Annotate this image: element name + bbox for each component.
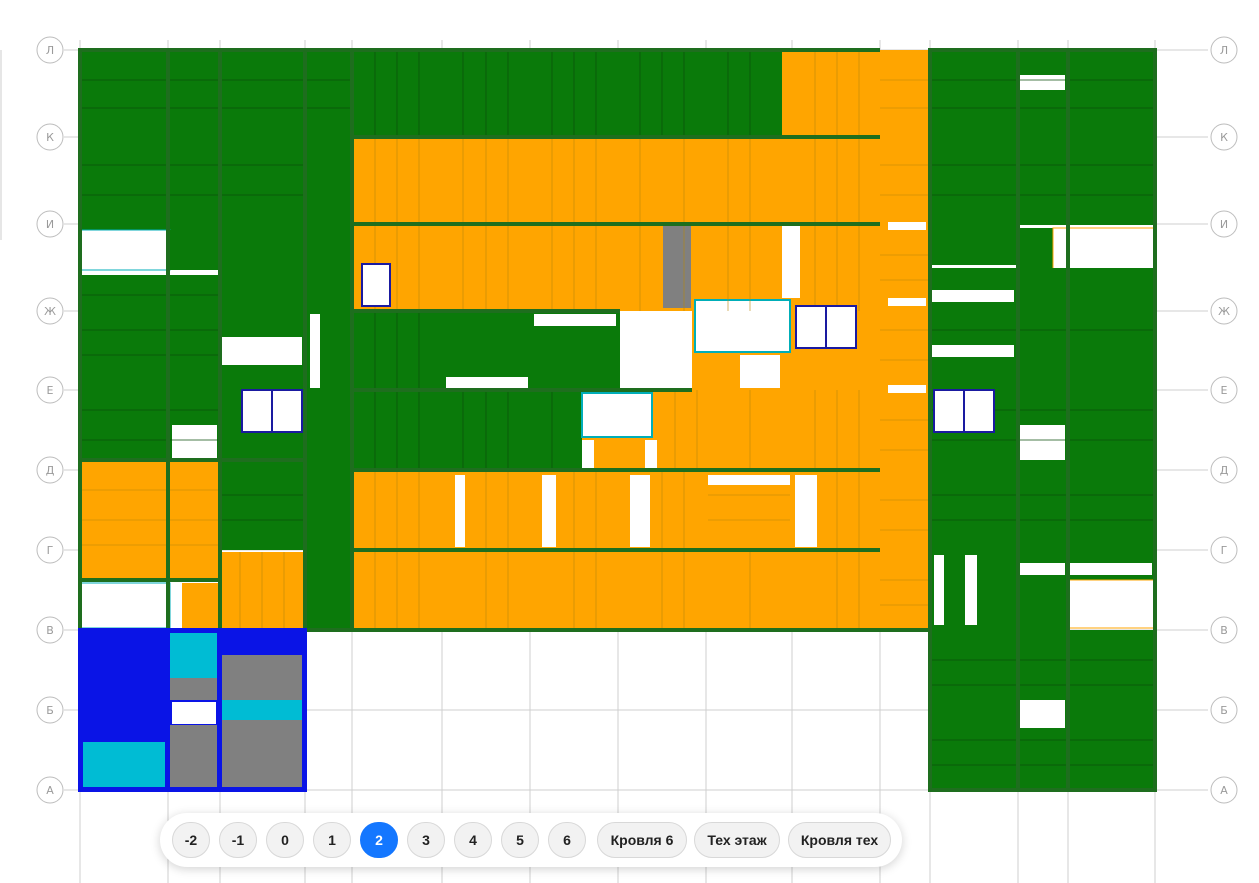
floor-button-roof-6[interactable]: Кровля 6 (597, 822, 687, 858)
floor-plan[interactable]: Л К И Ж Е Д Г В Б А Л К И Ж Е Д Г В Б А (0, 0, 1259, 883)
axis-row-label: А (46, 784, 54, 797)
axis-row-label: К (46, 131, 54, 144)
floor-button-0[interactable]: 0 (266, 822, 304, 858)
axis-row-label: И (46, 218, 54, 231)
floor-button-tech-roof[interactable]: Кровля тех (788, 822, 891, 858)
axis-row-label: Ж (1218, 305, 1230, 318)
zone-special-bottom-left[interactable] (80, 630, 305, 790)
axis-row-label: Б (46, 704, 54, 717)
axis-row-label: Б (1220, 704, 1228, 717)
floor-button--2[interactable]: -2 (172, 822, 210, 858)
axis-labels-left: Л К И Ж Е Д Г В Б А (36, 36, 64, 804)
axis-row-label: В (1220, 624, 1228, 637)
axis-row-label: А (1220, 784, 1228, 797)
floor-selector: -2 -1 0 1 2 3 4 5 6 Кровля 6 Тех этаж Кр… (160, 813, 902, 867)
floor-button-3[interactable]: 3 (407, 822, 445, 858)
floor-button--1[interactable]: -1 (219, 822, 257, 858)
axis-row-label: Е (47, 384, 54, 397)
axis-row-label: Д (1220, 464, 1229, 477)
floor-button-5[interactable]: 5 (501, 822, 539, 858)
axis-row-label: Д (46, 464, 55, 477)
axis-row-label: В (46, 624, 54, 637)
axis-row-label: Г (1221, 544, 1228, 557)
floor-button-6[interactable]: 6 (548, 822, 586, 858)
axis-row-label: Л (46, 44, 54, 57)
floor-button-4[interactable]: 4 (454, 822, 492, 858)
axis-row-label: Л (1220, 44, 1228, 57)
axis-row-label: Е (1221, 384, 1228, 397)
axis-row-label: Ж (44, 305, 56, 318)
axis-labels-right: Л К И Ж Е Д Г В Б А (1210, 36, 1238, 804)
axis-row-label: К (1220, 131, 1228, 144)
floor-button-1[interactable]: 1 (313, 822, 351, 858)
floor-button-2-active[interactable]: 2 (360, 822, 398, 858)
floor-button-tech-floor[interactable]: Тех этаж (694, 822, 780, 858)
axis-row-label: Г (47, 544, 54, 557)
axis-row-label: И (1220, 218, 1228, 231)
